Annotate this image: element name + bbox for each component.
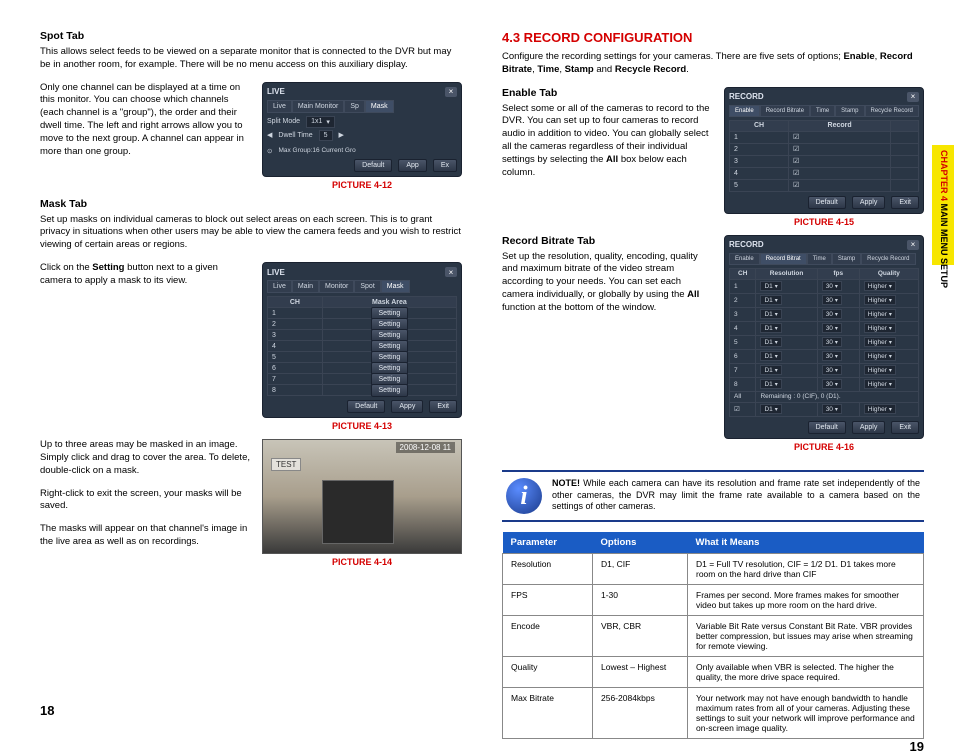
figure-4-15: RECORD× EnableRecord BitrateTimeStampRec…: [724, 87, 924, 227]
close-icon: ×: [907, 240, 919, 250]
enable-tab-text: Select some or all of the cameras to rec…: [502, 103, 712, 180]
figure-4-16-caption: PICTURE 4-16: [724, 442, 924, 452]
figure-4-13: LIVE× LiveMainMonitorSpotMask CHMask Are…: [262, 262, 462, 431]
table-header-options: Options: [593, 532, 688, 554]
close-icon: ×: [445, 267, 457, 277]
page-number-right: 19: [502, 739, 924, 754]
section-heading: 4.3 RECORD CONFIGURATION: [502, 30, 924, 45]
mask-save-text: Right-click to exit the screen, your mas…: [40, 488, 250, 514]
table-row: QualityLowest – HighestOnly available wh…: [503, 656, 924, 687]
right-page: 4.3 RECORD CONFIGURATION Configure the r…: [502, 30, 924, 718]
figure-4-14: 2008-12-08 11 TEST PICTURE 4-14: [262, 439, 462, 567]
figure-4-14-caption: PICTURE 4-14: [262, 557, 462, 567]
close-icon: ×: [907, 92, 919, 102]
info-icon: i: [506, 478, 542, 514]
spot-tab-heading: Spot Tab: [40, 30, 462, 42]
table-row: EncodeVBR, CBRVariable Bit Rate versus C…: [503, 615, 924, 656]
close-icon: ×: [445, 87, 457, 97]
figure-4-15-caption: PICTURE 4-15: [724, 217, 924, 227]
parameter-table: Parameter Options What it Means Resoluti…: [502, 532, 924, 739]
note-box: i NOTE! While each camera can have its r…: [502, 470, 924, 522]
left-page: Spot Tab This allows select feeds to be …: [40, 30, 462, 718]
chapter-tab-text: CHAPTER 4 MAIN MENU SETUP: [939, 150, 949, 288]
table-header-parameter: Parameter: [503, 532, 593, 554]
figure-4-12: LIVE× LiveMain MonitorSpMask Split Mode1…: [262, 82, 462, 190]
camera-preview-image: 2008-12-08 11 TEST: [262, 439, 462, 554]
mask-tab-intro: Set up masks on individual cameras to bl…: [40, 214, 462, 252]
figure-4-12-caption: PICTURE 4-12: [262, 180, 462, 190]
record-intro: Configure the recording settings for you…: [502, 51, 924, 77]
mask-appear-text: The masks will appear on that channel's …: [40, 523, 250, 549]
mask-setting-text: Click on the Setting button next to a gi…: [40, 262, 250, 288]
spot-tab-detail: Only one channel can be displayed at a t…: [40, 82, 250, 159]
table-row: FPS1-30Frames per second. More frames ma…: [503, 584, 924, 615]
enable-table: CHRecord 1☑ 2☑ 3☑ 4☑ 5☑: [729, 120, 919, 192]
figure-4-16: RECORD× EnableRecord BitratTimeStampRecy…: [724, 235, 924, 452]
bitrate-tab-text: Set up the resolution, quality, encoding…: [502, 251, 712, 315]
spot-tab-intro: This allows select feeds to be viewed on…: [40, 46, 462, 72]
enable-tab-heading: Enable Tab: [502, 87, 712, 99]
table-header-meaning: What it Means: [688, 532, 924, 554]
mask-areas-text: Up to three areas may be masked in an im…: [40, 439, 250, 477]
table-row: Max Bitrate256-2084kbps Your network may…: [503, 687, 924, 738]
bitrate-table: CHResolutionfpsQuality 1D130Higher 2D130…: [729, 268, 919, 417]
figure-4-13-caption: PICTURE 4-13: [262, 421, 462, 431]
mask-table: CHMask Area 1Setting 2Setting 3Setting 4…: [267, 296, 457, 396]
bitrate-tab-heading: Record Bitrate Tab: [502, 235, 712, 247]
table-row: ResolutionD1, CIFD1 = Full TV resolution…: [503, 553, 924, 584]
mask-tab-heading: Mask Tab: [40, 198, 462, 210]
page-number-left: 18: [40, 703, 462, 718]
